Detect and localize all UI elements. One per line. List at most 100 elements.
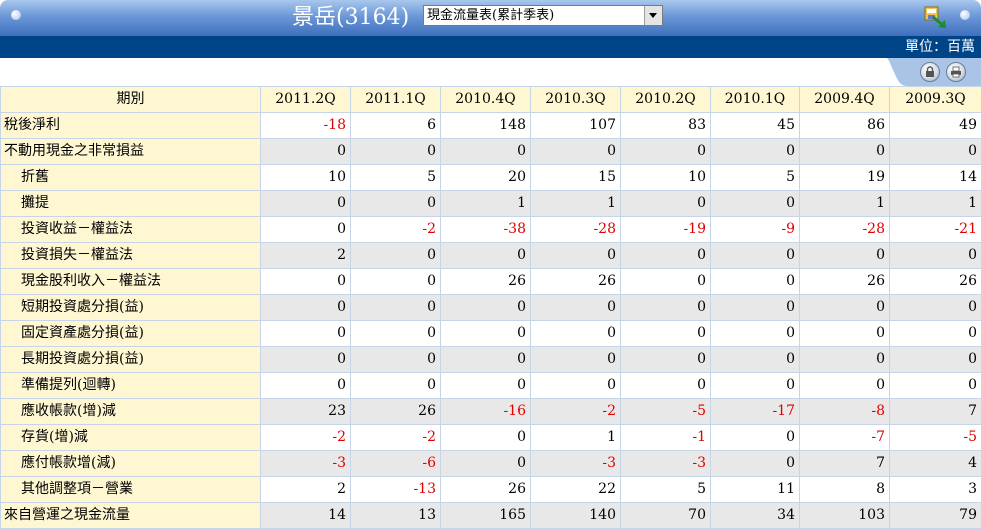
table-row: 不動用現金之非常損益 0 0 0 0 0 0 0 0 bbox=[0, 138, 981, 165]
value-cell: 0 bbox=[620, 242, 711, 269]
row-label: 短期投資處分損(益) bbox=[0, 294, 261, 321]
value-cell: -6 bbox=[350, 450, 441, 477]
value-cell: 11 bbox=[710, 476, 800, 503]
value-cell: 0 bbox=[260, 372, 351, 399]
value-cell: 10 bbox=[260, 164, 351, 191]
column-header: 2009.4Q bbox=[799, 86, 890, 113]
value-cell: 0 bbox=[710, 372, 800, 399]
column-header: 2010.4Q bbox=[440, 86, 531, 113]
value-cell: 20 bbox=[440, 164, 531, 191]
column-header: 2009.3Q bbox=[889, 86, 981, 113]
column-header: 2010.3Q bbox=[530, 86, 621, 113]
row-label: 不動用現金之非常損益 bbox=[0, 138, 261, 165]
table-row: 應收帳款(增)減 23 26 -16 -2 -5 -17 -8 7 bbox=[0, 398, 981, 425]
value-cell: 1 bbox=[799, 190, 890, 217]
table-row: 現金股利收入－權益法 0 0 26 26 0 0 26 26 bbox=[0, 268, 981, 295]
value-cell: 4 bbox=[889, 450, 981, 477]
unit-bar: 單位：百萬 bbox=[0, 36, 981, 58]
row-label: 稅後淨利 bbox=[0, 112, 261, 139]
value-cell: 79 bbox=[889, 502, 981, 529]
value-cell: 0 bbox=[350, 294, 441, 321]
table-row: 短期投資處分損(益) 0 0 0 0 0 0 0 0 bbox=[0, 294, 981, 321]
lock-icon[interactable] bbox=[920, 62, 940, 82]
value-cell: 0 bbox=[260, 216, 351, 243]
value-cell: 0 bbox=[710, 320, 800, 347]
table-row: 固定資產處分損(益) 0 0 0 0 0 0 0 0 bbox=[0, 320, 981, 347]
value-cell: -5 bbox=[620, 398, 711, 425]
table-row: 其他調整項－營業 2 -13 26 22 5 11 8 3 bbox=[0, 476, 981, 503]
value-cell: 34 bbox=[710, 502, 800, 529]
value-cell: -3 bbox=[530, 450, 621, 477]
value-cell: 0 bbox=[620, 320, 711, 347]
title-bar: 景岳(3164) 現金流量表(累計季表) bbox=[0, 0, 981, 36]
value-cell: 0 bbox=[889, 372, 981, 399]
value-cell: -2 bbox=[350, 216, 441, 243]
value-cell: 0 bbox=[710, 138, 800, 165]
value-cell: -2 bbox=[260, 424, 351, 451]
corner-dot-icon bbox=[11, 10, 21, 20]
table-row: 存貨(增)減 -2 -2 0 1 -1 0 -7 -5 bbox=[0, 424, 981, 451]
row-label: 準備提列(迴轉) bbox=[0, 372, 261, 399]
value-cell: 0 bbox=[350, 138, 441, 165]
value-cell: -19 bbox=[620, 216, 711, 243]
value-cell: -17 bbox=[710, 398, 800, 425]
value-cell: -38 bbox=[440, 216, 531, 243]
value-cell: 45 bbox=[710, 112, 800, 139]
value-cell: 0 bbox=[889, 346, 981, 373]
value-cell: -18 bbox=[260, 112, 351, 139]
row-label: 投資收益－權益法 bbox=[0, 216, 261, 243]
row-label: 現金股利收入－權益法 bbox=[0, 268, 261, 295]
table-row: 折舊 10 5 20 15 10 5 19 14 bbox=[0, 164, 981, 191]
value-cell: 19 bbox=[799, 164, 890, 191]
value-cell: 107 bbox=[530, 112, 621, 139]
value-cell: 22 bbox=[530, 476, 621, 503]
value-cell: -3 bbox=[620, 450, 711, 477]
value-cell: 26 bbox=[350, 398, 441, 425]
value-cell: 0 bbox=[620, 268, 711, 295]
value-cell: 0 bbox=[350, 320, 441, 347]
value-cell: 0 bbox=[530, 294, 621, 321]
value-cell: 0 bbox=[889, 138, 981, 165]
table-row: 稅後淨利 -18 6 148 107 83 45 86 49 bbox=[0, 112, 981, 139]
value-cell: 0 bbox=[350, 190, 441, 217]
period-header: 期別 bbox=[0, 86, 261, 113]
value-cell: 0 bbox=[350, 242, 441, 269]
value-cell: -5 bbox=[889, 424, 981, 451]
row-label: 其他調整項－營業 bbox=[0, 476, 261, 503]
value-cell: 49 bbox=[889, 112, 981, 139]
table-row: 攤提 0 0 1 1 0 0 1 1 bbox=[0, 190, 981, 217]
value-cell: 0 bbox=[710, 242, 800, 269]
value-cell: 0 bbox=[530, 138, 621, 165]
unit-label: 單位：百萬 bbox=[905, 39, 975, 55]
value-cell: 0 bbox=[440, 450, 531, 477]
cash-flow-table: 期別 2011.2Q 2011.1Q 2010.4Q 2010.3Q 2010.… bbox=[0, 86, 981, 529]
value-cell: -13 bbox=[350, 476, 441, 503]
value-cell: 0 bbox=[799, 346, 890, 373]
value-cell: 0 bbox=[440, 242, 531, 269]
column-header: 2010.1Q bbox=[710, 86, 800, 113]
value-cell: 0 bbox=[620, 294, 711, 321]
value-cell: 0 bbox=[440, 138, 531, 165]
report-type-select[interactable]: 現金流量表(累計季表) bbox=[423, 5, 663, 26]
row-label: 投資損失－權益法 bbox=[0, 242, 261, 269]
value-cell: 1 bbox=[889, 190, 981, 217]
row-label: 攤提 bbox=[0, 190, 261, 217]
value-cell: 0 bbox=[350, 268, 441, 295]
export-excel-icon[interactable] bbox=[923, 5, 949, 31]
value-cell: 10 bbox=[620, 164, 711, 191]
value-cell: 0 bbox=[799, 372, 890, 399]
row-label: 應付帳款增(減) bbox=[0, 450, 261, 477]
value-cell: 23 bbox=[260, 398, 351, 425]
chevron-down-icon[interactable] bbox=[644, 6, 662, 25]
value-cell: -21 bbox=[889, 216, 981, 243]
value-cell: 8 bbox=[799, 476, 890, 503]
value-cell: 26 bbox=[799, 268, 890, 295]
value-cell: 1 bbox=[530, 190, 621, 217]
value-cell: 0 bbox=[440, 294, 531, 321]
corner-dot-icon bbox=[960, 10, 970, 20]
value-cell: 0 bbox=[799, 294, 890, 321]
value-cell: 0 bbox=[260, 190, 351, 217]
print-icon[interactable] bbox=[946, 62, 966, 82]
row-label: 來自營運之現金流量 bbox=[0, 502, 261, 529]
value-cell: 0 bbox=[620, 138, 711, 165]
